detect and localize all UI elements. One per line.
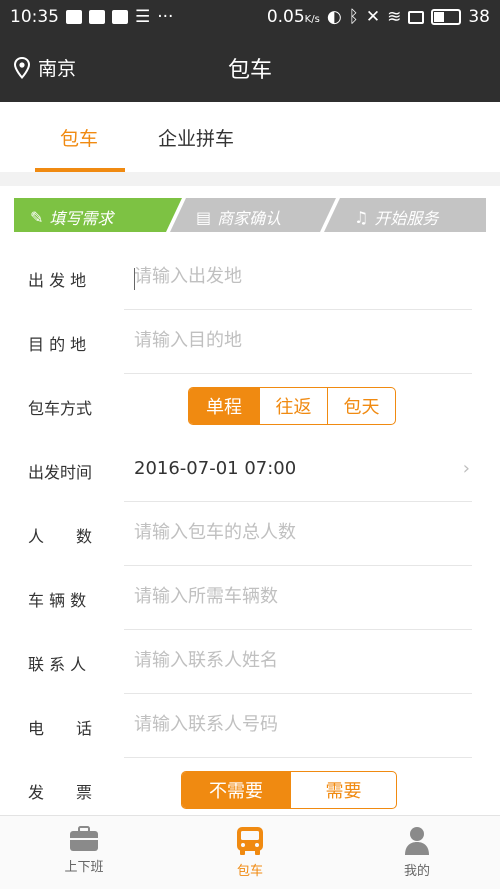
departure-time-value: 2016-07-01 07:00 (134, 458, 297, 479)
charter-mode-selector: 单程 往返 包天 (188, 387, 396, 425)
option-no-invoice[interactable]: 不需要 (182, 772, 290, 808)
option-one-way[interactable]: 单程 (189, 388, 259, 424)
nav-charter[interactable]: 包车 (205, 826, 295, 879)
option-round-trip[interactable]: 往返 (259, 388, 327, 424)
destination-label: 目 的 地 (28, 335, 87, 354)
people-label: 人 数 (28, 527, 93, 546)
destination-row: 目 的 地 (0, 310, 500, 374)
contact-row: 联 系 人 (0, 630, 500, 694)
bus-icon (237, 827, 263, 855)
step-fill-requirements: ✎ 填写需求 (30, 207, 114, 229)
departure-input[interactable] (134, 266, 474, 287)
invoice-label: 发 票 (28, 783, 93, 802)
screen-icon (408, 10, 425, 24)
briefcase-icon (70, 826, 98, 851)
menu-notification-icon: ☰ (135, 7, 151, 27)
charter-mode-row: 包车方式 单程 往返 包天 (0, 374, 500, 438)
pencil-icon: ✎ (30, 207, 44, 227)
nav-charter-label: 包车 (236, 864, 263, 879)
tab-enterprise-carpool[interactable]: 企业拼车 (158, 124, 234, 151)
tab-bar: 包车 企业拼车 (0, 102, 500, 172)
more-notification-icon: ··· (157, 7, 174, 27)
contact-input[interactable] (134, 650, 474, 671)
status-time: 10:35 (10, 7, 59, 27)
document-icon: ▤ (196, 207, 212, 227)
option-need-invoice[interactable]: 需要 (290, 772, 396, 808)
departure-row: 出 发 地 (0, 246, 500, 310)
clipboard-notification-icon (89, 10, 105, 24)
phone-row: 电 话 (0, 694, 500, 758)
step-merchant-confirm: ▤ 商家确认 (196, 207, 282, 229)
wifi-icon: ≋ (387, 7, 402, 27)
departure-label: 出 发 地 (28, 271, 87, 290)
contact-label: 联 系 人 (28, 655, 87, 674)
image-notification-icon (66, 10, 82, 24)
nav-mine-label: 我的 (403, 864, 430, 879)
bluetooth-icon: ᛒ (348, 7, 359, 27)
option-full-day[interactable]: 包天 (327, 388, 395, 424)
network-speed: 0.05K/s (266, 7, 320, 27)
app-header: 南京 包车 (0, 34, 500, 102)
nav-commute-label: 上下班 (64, 860, 104, 875)
people-row: 人 数 (0, 502, 500, 566)
progress-steps: ✎ 填写需求 ▤ 商家确认 ♫ 开始服务 (14, 198, 486, 232)
chevron-right-icon: › (462, 458, 470, 479)
status-bar: 10:35 ☰ ··· 0.05K/s ◐ ᛒ ✕ ≋ 38 (0, 0, 500, 34)
charter-form: 出 发 地 目 的 地 包车方式 单程 往返 包天 出发时间 2016-07-0… (0, 246, 500, 822)
vehicles-label: 车 辆 数 (28, 591, 87, 610)
mail-notification-icon (112, 10, 128, 24)
bottom-nav: 上下班 包车 我的 (0, 815, 500, 889)
step-start-service: ♫ 开始服务 (354, 207, 439, 229)
section-divider (0, 172, 500, 186)
page-title: 包车 (227, 58, 272, 83)
phone-input[interactable] (134, 714, 474, 735)
departure-time-row[interactable]: 出发时间 2016-07-01 07:00 › (0, 438, 500, 502)
nav-mine[interactable]: 我的 (372, 826, 462, 879)
nav-commute[interactable]: 上下班 (39, 826, 129, 875)
destination-input[interactable] (134, 330, 474, 351)
phone-label: 电 话 (28, 719, 93, 738)
vehicles-input[interactable] (134, 586, 474, 607)
battery-level: 38 (468, 7, 490, 27)
vehicles-row: 车 辆 数 (0, 566, 500, 630)
mute-icon: ✕ (365, 7, 381, 27)
people-input[interactable] (134, 522, 474, 543)
departure-time-label: 出发时间 (28, 463, 93, 482)
tab-charter[interactable]: 包车 (60, 124, 98, 151)
battery-icon (431, 9, 462, 25)
bell-icon: ♫ (354, 207, 369, 227)
charter-mode-label: 包车方式 (28, 399, 93, 418)
sync-icon: ◐ (326, 7, 342, 27)
user-icon (405, 827, 429, 855)
text-cursor (134, 268, 135, 290)
invoice-row: 发 票 不需要 需要 (0, 758, 500, 822)
invoice-selector: 不需要 需要 (181, 771, 397, 809)
